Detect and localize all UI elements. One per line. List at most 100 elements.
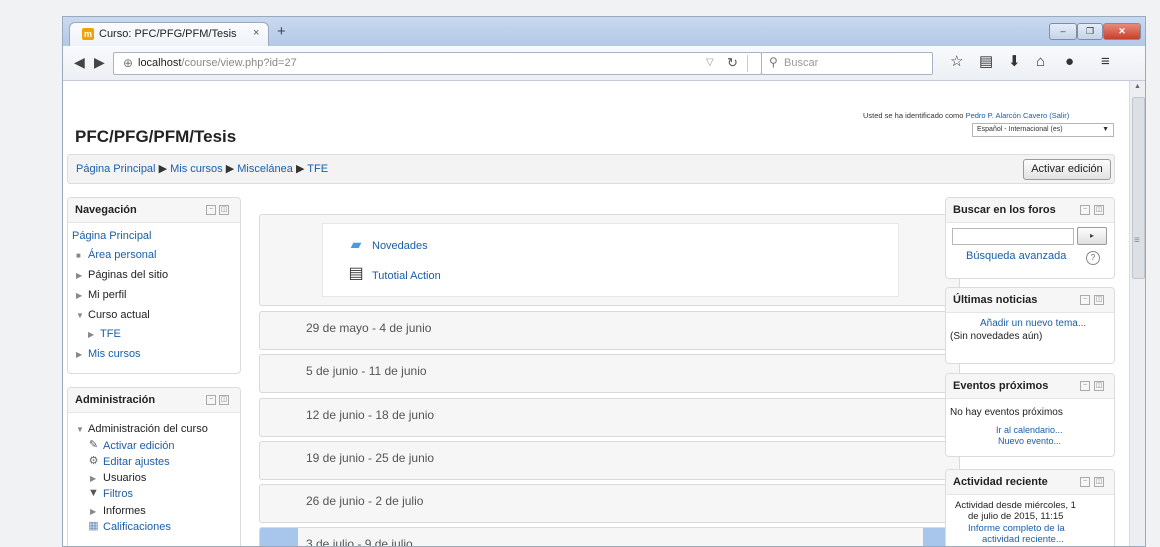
hide-block-icon[interactable]: ◫ <box>1094 477 1104 487</box>
calendar-link[interactable]: Ir al calendario... <box>996 425 1063 435</box>
activity-forum-link[interactable]: Novedades <box>372 240 428 252</box>
course-admin-node[interactable]: Administración del curso <box>88 423 208 435</box>
chevron-down-icon: ▼ <box>1102 126 1109 133</box>
hide-block-icon[interactable]: ◫ <box>1094 381 1104 391</box>
section-title: 19 de junio - 25 de junio <box>306 451 435 465</box>
download-icon[interactable]: ⬇ <box>1008 53 1021 71</box>
bookmark-star-icon[interactable]: ☆ <box>950 53 963 71</box>
dock-icon[interactable]: − <box>1080 381 1090 391</box>
nav-my-courses-link[interactable]: Mis cursos <box>88 348 141 360</box>
add-topic-link[interactable]: Añadir un nuevo tema... <box>980 318 1086 329</box>
url-host: localhost <box>138 57 182 69</box>
reading-list-icon[interactable]: ▤ <box>979 53 993 71</box>
dock-icon[interactable]: − <box>1080 205 1090 215</box>
block-title: Últimas noticias <box>953 294 1038 306</box>
breadcrumb-course[interactable]: TFE <box>307 163 328 175</box>
full-report-link[interactable]: actividad reciente... <box>982 534 1064 545</box>
dock-icon[interactable]: − <box>206 205 216 215</box>
hide-block-icon[interactable]: ◫ <box>219 395 229 405</box>
chat-icon[interactable]: ● <box>1065 53 1074 71</box>
navigation-toolbar: ◀ ▶ ⊕ localhost/course/view.php?id=27 ▽ … <box>63 46 1145 81</box>
nav-dashboard-link[interactable]: Área personal <box>88 249 157 261</box>
pencil-icon: ✎ <box>88 439 99 451</box>
block-title: Eventos próximos <box>953 380 1049 392</box>
recent-activity-block: Actividad reciente − ◫ Actividad desde m… <box>945 469 1115 546</box>
new-event-link[interactable]: Nuevo evento... <box>998 436 1061 446</box>
tab-title: Curso: PFC/PFG/PFM/Tesis <box>99 28 237 40</box>
home-icon[interactable]: ⌂ <box>1036 53 1045 71</box>
forum-search-input[interactable] <box>952 228 1074 245</box>
browser-window: m Curso: PFC/PFG/PFM/Tesis × + – ❐ ✕ ◀ ▶… <box>62 16 1146 547</box>
menu-icon[interactable]: ≡ <box>1101 53 1110 71</box>
collapsed-arrow-icon[interactable]: ▶ <box>76 348 82 361</box>
advanced-search-link[interactable]: Búsqueda avanzada <box>966 250 1066 262</box>
scrollbar-thumb[interactable] <box>1132 97 1145 279</box>
assignment-icon: ▤ <box>348 265 364 282</box>
gear-icon: ⚙ <box>88 455 99 467</box>
week-section: 19 de junio - 25 de junio <box>259 441 960 480</box>
vertical-scrollbar[interactable]: ▲ ≡ <box>1129 81 1145 546</box>
collapsed-arrow-icon[interactable]: ▶ <box>90 505 96 518</box>
logout-link[interactable]: (Salir) <box>1049 111 1069 120</box>
user-profile-link[interactable]: Pedro P. Alarcón Cavero <box>966 111 1048 120</box>
administration-block: Administración − ◫ ▼ Administración del … <box>67 387 241 546</box>
divider <box>747 55 748 72</box>
reload-icon[interactable]: ↻ <box>727 55 738 71</box>
browser-tab[interactable]: m Curso: PFC/PFG/PFM/Tesis × <box>69 22 269 47</box>
hide-block-icon[interactable]: ◫ <box>1094 205 1104 215</box>
no-news-text: (Sin novedades aún) <box>950 331 1043 342</box>
breadcrumb-home[interactable]: Página Principal <box>76 163 156 175</box>
nav-home-link[interactable]: Página Principal <box>72 230 152 242</box>
toggle-editing-button[interactable]: Activar edición <box>1023 159 1111 180</box>
expanded-arrow-icon[interactable]: ▼ <box>76 309 84 322</box>
close-window-button[interactable]: ✕ <box>1103 23 1141 40</box>
forward-icon[interactable]: ▶ <box>94 55 105 69</box>
activity-since-text: de julio de 2015, 11:15 <box>968 511 1064 522</box>
nav-site-pages[interactable]: Páginas del sitio <box>88 269 168 281</box>
week-section: 5 de junio - 11 de junio <box>259 354 960 393</box>
edit-settings-link[interactable]: Editar ajustes <box>103 456 170 468</box>
language-select[interactable]: Español - Internacional (es) ▼ <box>972 123 1114 137</box>
forum-icon: ▰ <box>350 236 362 252</box>
hide-block-icon[interactable]: ◫ <box>219 205 229 215</box>
search-go-button[interactable]: Ir▸ <box>1077 227 1107 245</box>
dock-icon[interactable]: − <box>206 395 216 405</box>
tab-bar: m Curso: PFC/PFG/PFM/Tesis × + – ❐ ✕ <box>63 17 1145 47</box>
no-events-text: No hay eventos próximos <box>950 407 1063 418</box>
nav-course-link[interactable]: TFE <box>100 328 121 340</box>
minimize-button[interactable]: – <box>1049 23 1077 40</box>
new-tab-button[interactable]: + <box>277 24 286 39</box>
dock-icon[interactable]: − <box>1080 295 1090 305</box>
search-box[interactable]: ⚲ Buscar <box>761 52 933 75</box>
general-section: ▰ Novedades ▤ Tutotial Action <box>259 214 960 306</box>
collapsed-arrow-icon[interactable]: ▶ <box>76 289 82 302</box>
close-tab-icon[interactable]: × <box>253 27 259 39</box>
nav-current-course[interactable]: Curso actual <box>88 309 150 321</box>
help-icon[interactable]: ? <box>1086 251 1100 265</box>
dock-icon[interactable]: − <box>1080 477 1090 487</box>
collapsed-arrow-icon[interactable]: ▶ <box>76 269 82 282</box>
filters-link[interactable]: Filtros <box>103 488 133 500</box>
hide-block-icon[interactable]: ◫ <box>1094 295 1104 305</box>
toggle-edit-link[interactable]: Activar edición <box>103 440 175 452</box>
search-placeholder: Buscar <box>784 57 819 69</box>
address-bar[interactable]: ⊕ localhost/course/view.php?id=27 ▽ ↻ <box>113 52 762 75</box>
breadcrumb-separator: ▶ <box>158 163 168 175</box>
breadcrumb-category[interactable]: Miscelánea <box>237 163 293 175</box>
grades-link[interactable]: Calificaciones <box>103 521 171 533</box>
section-title: 26 de junio - 2 de julio <box>306 494 424 508</box>
collapsed-arrow-icon[interactable]: ▶ <box>90 472 96 485</box>
users-node[interactable]: Usuarios <box>103 472 146 484</box>
page-viewport: Usted se ha identificado como Pedro P. A… <box>63 81 1129 546</box>
history-dropdown-icon[interactable]: ▽ <box>706 57 714 68</box>
back-icon[interactable]: ◀ <box>74 55 85 69</box>
activity-assignment-link[interactable]: Tutotial Action <box>372 270 441 282</box>
scroll-up-icon[interactable]: ▲ <box>1134 83 1141 90</box>
nav-profile[interactable]: Mi perfil <box>88 289 127 301</box>
maximize-button[interactable]: ❐ <box>1077 23 1103 40</box>
reports-node[interactable]: Informes <box>103 505 146 517</box>
collapsed-arrow-icon[interactable]: ▶ <box>88 328 94 341</box>
full-report-link[interactable]: Informe completo de la <box>968 523 1065 534</box>
breadcrumb-my-courses[interactable]: Mis cursos <box>170 163 223 175</box>
expanded-arrow-icon[interactable]: ▼ <box>76 423 84 436</box>
